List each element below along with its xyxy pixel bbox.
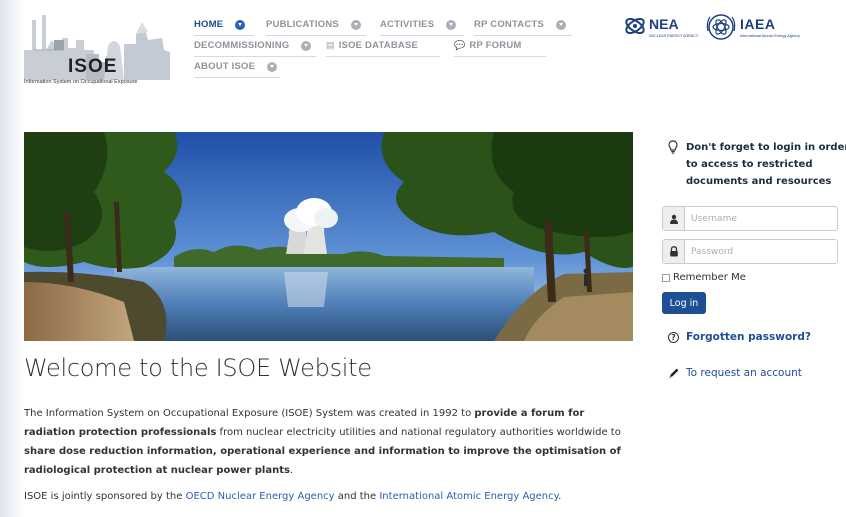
nav-rp-contacts-label: RP CONTACTS	[474, 19, 544, 30]
intro-text-1: The Information System on Occupational E…	[24, 408, 475, 419]
nav-rp-forum-label: RP FORUM	[469, 40, 522, 51]
isoe-logo[interactable]: ISOE Information System on Occupational …	[24, 10, 174, 88]
request-account-link[interactable]: To request an account	[668, 367, 802, 379]
iaea-name: IAEA	[740, 16, 776, 32]
nav-activities-label: ACTIVITIES	[380, 19, 435, 30]
nav-isoe-database[interactable]: ▤ ISOE DATABASE	[326, 39, 440, 57]
nav-publications-label: PUBLICATIONS	[266, 19, 339, 30]
forgotten-password-link[interactable]: ? Forgotten password?	[668, 331, 811, 343]
forgotten-password-label: Forgotten password?	[686, 331, 811, 343]
intro-text-3: .	[289, 465, 294, 476]
nav-rp-forum[interactable]: 💬 RP FORUM	[454, 39, 546, 57]
chevron-down-icon	[235, 19, 246, 30]
nea-link[interactable]: OECD Nuclear Energy Agency	[186, 491, 335, 502]
nea-logo[interactable]: NEA NUCLEAR ENERGY AGENCY	[623, 12, 703, 42]
lightbulb-icon	[668, 140, 678, 154]
login-button[interactable]: Log in	[662, 292, 706, 314]
left-shade	[0, 0, 24, 517]
nav-about-isoe-label: ABOUT ISOE	[194, 61, 256, 72]
chevron-down-icon	[350, 19, 361, 30]
nav-home-label: HOME	[194, 19, 224, 30]
power-plant-lake-image	[24, 132, 633, 341]
question-circle-icon: ?	[668, 331, 679, 343]
iaea-emblem-icon	[706, 14, 736, 40]
nav-decommissioning[interactable]: DECOMMISSIONING	[194, 39, 316, 57]
database-icon: ▤	[326, 40, 335, 50]
nav-activities[interactable]: ACTIVITIES	[380, 18, 464, 36]
nav-decommissioning-label: DECOMMISSIONING	[194, 40, 290, 51]
remember-me-checkbox[interactable]	[662, 273, 670, 282]
sponsor-text-2: and the	[334, 491, 380, 502]
logo-tagline: Information System on Occupational Expos…	[24, 79, 138, 85]
chevron-down-icon	[267, 61, 278, 72]
pencil-icon	[669, 368, 679, 378]
lock-icon	[663, 240, 685, 263]
password-field[interactable]	[662, 239, 838, 264]
chevron-down-icon	[301, 40, 312, 51]
page: ISOE Information System on Occupational …	[0, 0, 846, 517]
login-note-text: Don't forget to login in order to access…	[686, 142, 846, 187]
intro-bold-2: share dose reduction information, operat…	[24, 446, 621, 476]
nea-emblem-icon	[625, 17, 645, 35]
nea-full-name: NUCLEAR ENERGY AGENCY	[649, 34, 699, 38]
iaea-full-name: International Atomic Energy Agency	[740, 34, 800, 38]
sponsor-line: ISOE is jointly sponsored by the OECD Nu…	[24, 491, 561, 502]
remember-me[interactable]: Remember Me	[662, 272, 746, 283]
nav-isoe-database-label: ISOE DATABASE	[338, 40, 419, 51]
intro-text-2: from nuclear electricity utilities and n…	[216, 427, 621, 438]
logo-text: ISOE	[68, 56, 118, 77]
password-input[interactable]	[685, 246, 835, 257]
chevron-down-icon	[555, 19, 566, 30]
page-title: Welcome to the ISOE Website	[24, 354, 372, 382]
nav-home[interactable]: HOME	[194, 18, 254, 36]
remember-me-label: Remember Me	[673, 272, 746, 283]
intro-paragraph: The Information System on Occupational E…	[24, 404, 634, 480]
request-account-label: To request an account	[686, 367, 802, 379]
hero-image	[24, 132, 633, 341]
comment-icon: 💬	[454, 40, 466, 50]
username-input[interactable]	[685, 213, 835, 224]
nav-rp-contacts[interactable]: RP CONTACTS	[474, 18, 572, 36]
chevron-down-icon	[446, 19, 457, 30]
nav-about-isoe[interactable]: ABOUT ISOE	[194, 60, 280, 78]
sponsor-text-1: ISOE is jointly sponsored by the	[24, 491, 186, 502]
username-field[interactable]	[662, 206, 838, 231]
sponsor-text-3: .	[558, 491, 562, 502]
iaea-logo[interactable]: IAEA International Atomic Energy Agency	[706, 12, 846, 42]
nea-name: NEA	[649, 16, 679, 32]
iaea-link[interactable]: International Atomic Energy Agency	[379, 491, 558, 502]
nav-publications[interactable]: PUBLICATIONS	[266, 18, 366, 36]
user-icon	[663, 207, 685, 230]
